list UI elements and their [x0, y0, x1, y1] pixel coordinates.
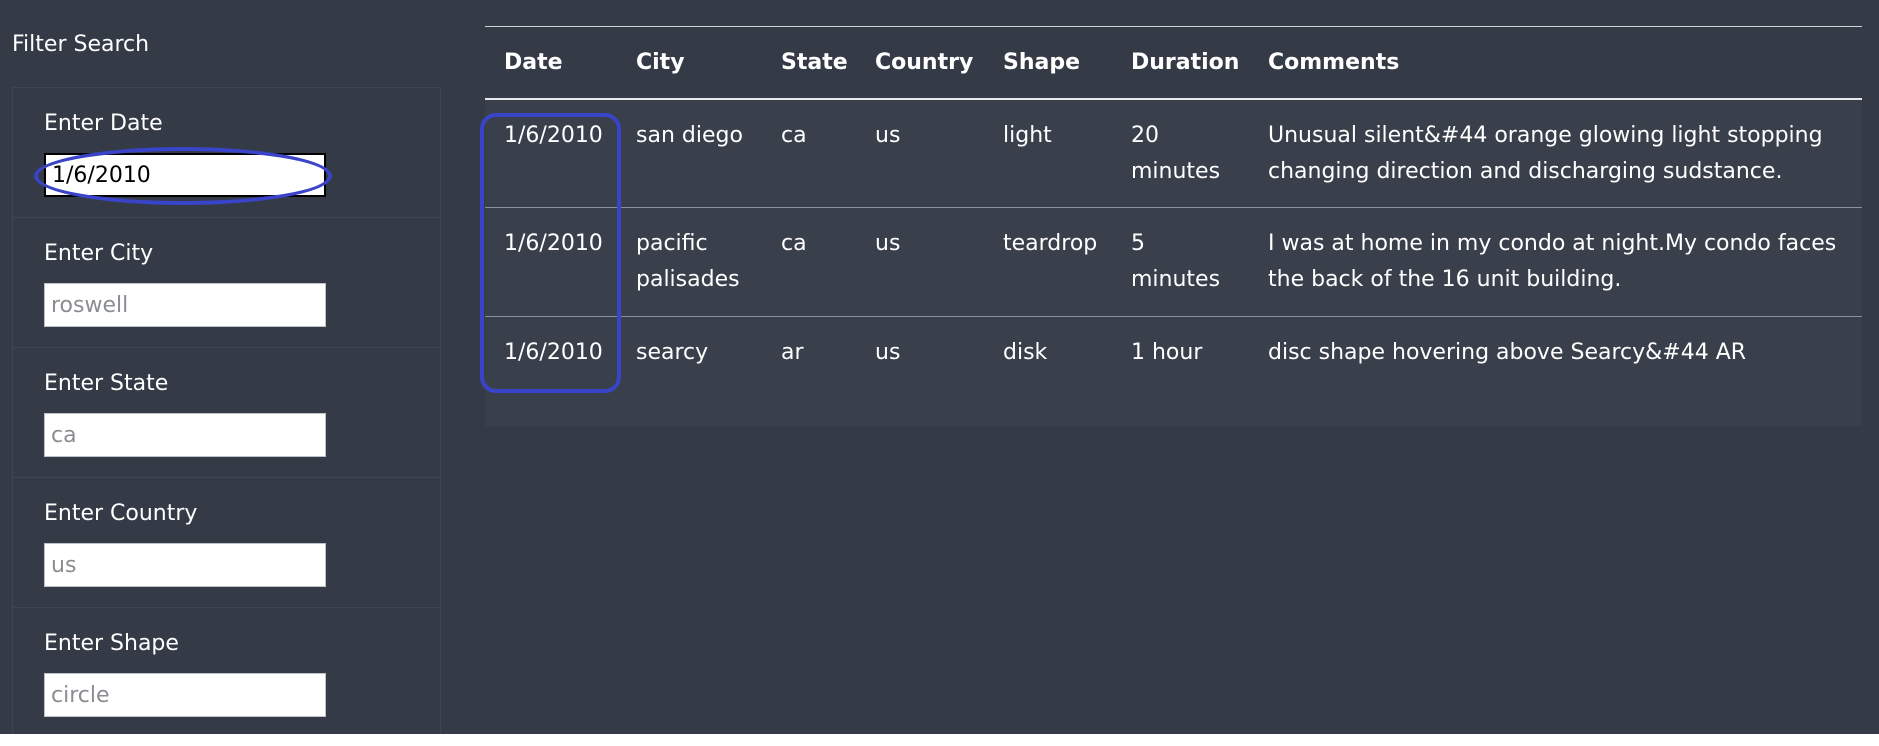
country-input[interactable] — [44, 543, 326, 587]
column-header-shape[interactable]: Shape — [984, 27, 1112, 99]
state-label: Enter State — [44, 371, 169, 396]
cell-state: ar — [781, 340, 804, 365]
cell-shape: light — [1003, 122, 1052, 148]
shape-label: Enter Shape — [44, 631, 179, 656]
cell-shape: teardrop — [1003, 231, 1098, 256]
column-header-country[interactable]: Country — [856, 27, 984, 99]
filter-title: Filter Search — [12, 32, 150, 57]
column-header-state[interactable]: State — [762, 27, 856, 99]
cell-city: pacific palisades — [636, 231, 740, 292]
cell-comments: disc shape hovering above Searcy&#44 AR — [1268, 340, 1747, 365]
cell-duration: 1 hour — [1131, 340, 1203, 365]
column-header-duration[interactable]: Duration — [1112, 27, 1249, 99]
cell-country: us — [875, 122, 901, 148]
results-table: Date City State Country Shape Duration C… — [485, 26, 1862, 426]
city-input[interactable] — [44, 283, 326, 327]
country-label: Enter Country — [44, 501, 198, 526]
cell-state: ca — [781, 231, 807, 256]
filter-item-state: Enter State — [12, 347, 441, 477]
results-table-container: Date City State Country Shape Duration C… — [485, 26, 1862, 426]
column-header-comments[interactable]: Comments — [1249, 27, 1862, 99]
filter-item-city: Enter City — [12, 217, 441, 347]
cell-country: us — [875, 231, 901, 256]
cell-duration: 5 minutes — [1131, 231, 1221, 292]
cell-city: san diego — [636, 122, 743, 148]
filter-item-shape: Enter Shape — [12, 607, 441, 734]
filter-item-country: Enter Country — [12, 477, 441, 607]
cell-comments: Unusual silent&#44 orange glowing light … — [1268, 122, 1823, 184]
cell-comments: I was at home in my condo at night.My co… — [1268, 231, 1837, 292]
shape-input[interactable] — [44, 673, 326, 717]
cell-country: us — [875, 340, 901, 365]
date-input[interactable] — [44, 153, 326, 197]
table-row: 1/6/2010 san diego ca us light 20 minute… — [485, 98, 1862, 208]
filter-item-date: Enter Date — [12, 87, 441, 217]
cell-shape: disk — [1003, 340, 1048, 365]
cell-date: 1/6/2010 — [504, 231, 603, 256]
city-label: Enter City — [44, 241, 154, 266]
cell-duration: 20 minutes — [1131, 122, 1221, 184]
filter-list: Enter Date Enter City Enter State Enter … — [12, 87, 441, 734]
cell-date: 1/6/2010 — [504, 340, 603, 365]
table-row: 1/6/2010 pacific palisades ca us teardro… — [485, 207, 1862, 317]
cell-city: searcy — [636, 340, 709, 365]
table-row: 1/6/2010 searcy ar us disk 1 hour disc s… — [485, 316, 1862, 426]
cell-state: ca — [781, 122, 807, 148]
app-window: Filter Search Enter Date Enter City Ente… — [0, 0, 1879, 734]
column-header-date[interactable]: Date — [485, 27, 617, 99]
cell-date: 1/6/2010 — [504, 122, 603, 148]
state-input[interactable] — [44, 413, 326, 457]
date-label: Enter Date — [44, 111, 163, 136]
column-header-city[interactable]: City — [617, 27, 762, 99]
table-header-row: Date City State Country Shape Duration C… — [485, 26, 1862, 99]
